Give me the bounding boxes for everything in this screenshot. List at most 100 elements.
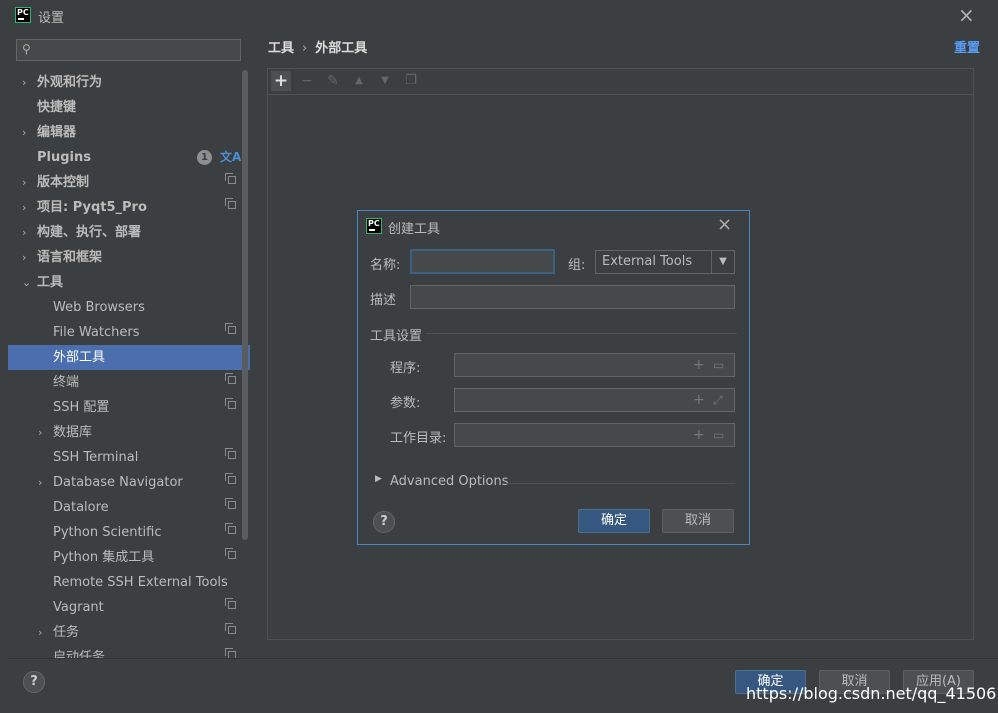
- reset-link[interactable]: 重置: [954, 37, 980, 56]
- name-input[interactable]: [410, 249, 555, 274]
- tree-item[interactable]: Vagrant: [8, 595, 250, 620]
- create-tool-dialog: PC 创建工具 × 名称: 组: External Tools ▼ 描述 工具设…: [357, 210, 750, 545]
- chevron-right-icon[interactable]: ›: [22, 245, 26, 270]
- remove-button[interactable]: −: [297, 71, 317, 91]
- pycharm-icon: PC: [15, 7, 31, 23]
- tree-item[interactable]: › 编辑器: [8, 120, 250, 145]
- project-scope-icon: [225, 473, 236, 484]
- advanced-options-toggle[interactable]: Advanced Options: [390, 474, 509, 489]
- arguments-label: 参数:: [390, 396, 421, 411]
- tree-item[interactable]: › 外观和行为: [8, 70, 250, 95]
- working-dir-input[interactable]: + ▭: [454, 423, 735, 447]
- tree-item[interactable]: 启动任务: [8, 645, 250, 658]
- section-divider: [426, 333, 737, 334]
- project-scope-icon: [225, 523, 236, 534]
- tree-item[interactable]: File Watchers: [8, 320, 250, 345]
- tree-item[interactable]: 快捷键: [8, 95, 250, 120]
- tree-item-label: 版本控制: [37, 175, 90, 190]
- tree-item[interactable]: Web Browsers: [8, 295, 250, 320]
- project-scope-icon: [225, 448, 236, 459]
- project-scope-icon: [225, 198, 236, 209]
- dialog-icon-letters: PC: [368, 219, 380, 228]
- description-input[interactable]: [410, 285, 735, 309]
- expand-arrow-icon[interactable]: ▶: [375, 474, 382, 484]
- chevron-down-icon[interactable]: ▼: [711, 251, 734, 273]
- tree-item-label: 外观和行为: [37, 75, 103, 90]
- watermark-text: https://blog.csdn.net/qq_41506111: [746, 684, 998, 703]
- tree-item-label: Vagrant: [53, 600, 104, 615]
- dialog-cancel-button[interactable]: 取消: [662, 509, 734, 533]
- chevron-right-icon[interactable]: ›: [22, 120, 26, 145]
- dialog-help-button[interactable]: ?: [373, 511, 395, 533]
- tree-item[interactable]: Remote SSH External Tools: [8, 570, 250, 595]
- move-up-button[interactable]: ▲: [349, 71, 369, 91]
- settings-tree-panel: ⚲ › 外观和行为 快捷键 › 编辑器 Plugins 1 文A › 版本控制 › 项目: Pyqt5…: [8, 30, 250, 658]
- move-down-button[interactable]: ▼: [375, 71, 395, 91]
- search-input[interactable]: ⚲: [16, 39, 241, 61]
- tree-item[interactable]: › Database Navigator: [8, 470, 250, 495]
- tree-item[interactable]: Python Scientific: [8, 520, 250, 545]
- help-button[interactable]: ?: [23, 671, 45, 693]
- folder-icon[interactable]: ▭: [713, 427, 724, 443]
- plus-icon[interactable]: +: [693, 427, 705, 443]
- chevron-right-icon[interactable]: ›: [22, 70, 26, 95]
- breadcrumb-parent[interactable]: 工具: [268, 41, 294, 56]
- tree-item[interactable]: › 语言和框架: [8, 245, 250, 270]
- tree-item-label: 外部工具: [53, 350, 106, 365]
- group-select[interactable]: External Tools ▼: [595, 250, 735, 274]
- tree-item[interactable]: SSH 配置: [8, 395, 250, 420]
- breadcrumb-current: 外部工具: [315, 41, 368, 56]
- tree-item[interactable]: › 构建、执行、部署: [8, 220, 250, 245]
- expand-icon[interactable]: ⤢: [713, 392, 723, 408]
- close-icon[interactable]: ×: [958, 5, 975, 25]
- tree-item[interactable]: ⌄ 工具: [8, 270, 250, 295]
- chevron-right-icon[interactable]: ›: [22, 170, 26, 195]
- tree-item-label: Remote SSH External Tools: [53, 575, 228, 590]
- tree-item[interactable]: › 数据库: [8, 420, 250, 445]
- working-dir-label: 工作目录:: [390, 431, 447, 446]
- chevron-right-icon[interactable]: ›: [38, 420, 42, 445]
- plus-icon[interactable]: +: [693, 392, 705, 408]
- dialog-close-icon[interactable]: ×: [717, 215, 732, 235]
- dialog-ok-button[interactable]: 确定: [578, 509, 650, 533]
- project-scope-icon: [225, 398, 236, 409]
- tree-item[interactable]: › 版本控制: [8, 170, 250, 195]
- breadcrumb-separator: ›: [302, 41, 308, 56]
- arguments-input[interactable]: + ⤢: [454, 388, 735, 412]
- project-scope-icon: [225, 548, 236, 559]
- tree-item[interactable]: Datalore: [8, 495, 250, 520]
- tree-item[interactable]: › 项目: Pyqt5_Pro: [8, 195, 250, 220]
- tree-item-label: File Watchers: [53, 325, 140, 340]
- project-scope-icon: [225, 598, 236, 609]
- edit-button[interactable]: ✎: [323, 71, 343, 91]
- tree-item-label: Database Navigator: [53, 475, 183, 490]
- tool-settings-title: 工具设置: [370, 329, 423, 344]
- tree-item[interactable]: Python 集成工具: [8, 545, 250, 570]
- chevron-down-icon[interactable]: ⌄: [22, 270, 31, 295]
- tree-item[interactable]: SSH Terminal: [8, 445, 250, 470]
- chevron-right-icon[interactable]: ›: [38, 620, 42, 645]
- copy-button[interactable]: ❐: [401, 71, 421, 91]
- search-icon: ⚲: [22, 42, 31, 56]
- tree-item-label: 项目: Pyqt5_Pro: [37, 200, 147, 215]
- tree-item[interactable]: 外部工具: [8, 345, 250, 370]
- tree-item[interactable]: 终端: [8, 370, 250, 395]
- group-select-value: External Tools: [602, 254, 693, 269]
- tree-item-label: Python Scientific: [53, 525, 162, 540]
- project-scope-icon: [225, 173, 236, 184]
- chevron-right-icon[interactable]: ›: [22, 220, 26, 245]
- plus-icon[interactable]: +: [693, 357, 705, 373]
- tree-item[interactable]: › 任务: [8, 620, 250, 645]
- dialog-title: 创建工具: [388, 222, 441, 237]
- chevron-right-icon[interactable]: ›: [22, 195, 26, 220]
- window-titlebar: PC 设置 ×: [0, 0, 998, 30]
- tree-scrollbar[interactable]: [242, 70, 248, 540]
- tree-item-label: 编辑器: [37, 125, 77, 140]
- chevron-right-icon[interactable]: ›: [38, 470, 42, 495]
- project-scope-icon: [225, 623, 236, 634]
- tree-item[interactable]: Plugins 1 文A: [8, 145, 250, 170]
- add-button[interactable]: +: [271, 71, 291, 91]
- breadcrumb: 工具 › 外部工具: [268, 37, 367, 56]
- folder-icon[interactable]: ▭: [713, 357, 724, 373]
- program-input[interactable]: + ▭: [454, 353, 735, 377]
